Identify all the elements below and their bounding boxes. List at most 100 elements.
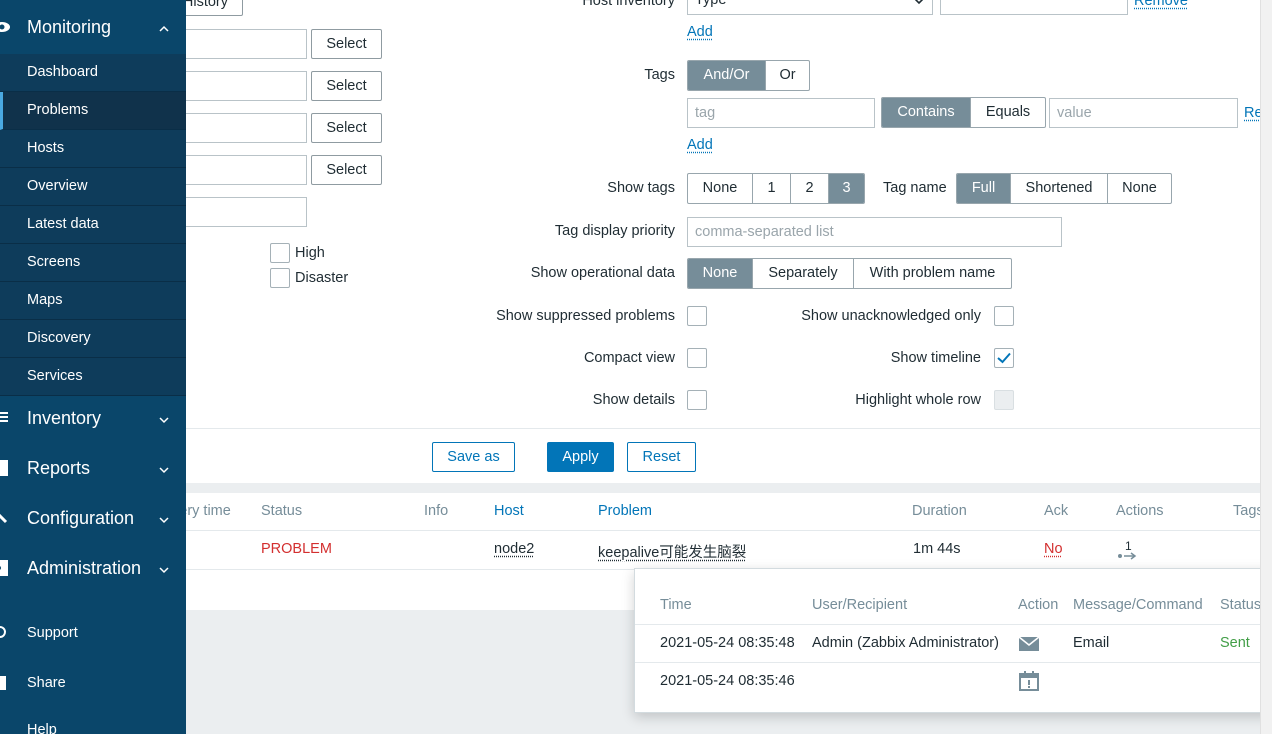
sidebar-item-overview[interactable]: Overview <box>0 168 186 206</box>
report-icon <box>0 460 8 476</box>
share-label: Share <box>27 675 66 691</box>
filter-input-1[interactable] <box>182 29 307 59</box>
configuration-label: Configuration <box>27 508 135 528</box>
sidebar-item-services[interactable]: Services <box>0 358 186 396</box>
sidebar-section-reports[interactable]: Reports <box>0 445 186 495</box>
timeline-checkbox[interactable] <box>994 348 1014 368</box>
details-checkbox[interactable] <box>687 390 707 410</box>
sidebar-item-dashboard[interactable]: Dashboard <box>0 54 186 92</box>
col-host[interactable]: Host <box>494 503 524 519</box>
col-actions: Actions <box>1116 503 1164 519</box>
sidebar-item-discovery[interactable]: Discovery <box>0 320 186 358</box>
envelope-icon <box>1018 636 1040 651</box>
tags-or[interactable]: Or <box>765 61 809 90</box>
chevron-down-icon <box>914 0 924 5</box>
admin-icon <box>0 560 8 576</box>
opdata-separately[interactable]: Separately <box>752 259 853 288</box>
select-button-1[interactable]: Select <box>311 29 382 59</box>
save-as-button[interactable]: Save as <box>432 442 515 472</box>
severity-disaster-checkbox[interactable] <box>270 268 290 288</box>
sidebar-section-inventory[interactable]: Inventory <box>0 395 186 445</box>
chevron-down-icon <box>159 417 169 424</box>
sidebar-item-screens[interactable]: Screens <box>0 244 186 282</box>
add-tag-link[interactable]: Add <box>687 137 713 153</box>
tag-value-input[interactable]: value <box>1049 98 1238 128</box>
select-button-2[interactable]: Select <box>311 71 382 101</box>
monitoring-section[interactable]: Monitoring <box>0 0 186 55</box>
reset-button[interactable]: Reset <box>627 442 696 472</box>
severity-disaster-label: Disaster <box>295 270 349 286</box>
severity-high-checkbox[interactable] <box>270 243 290 263</box>
tag-name-full[interactable]: Full <box>957 174 1010 203</box>
tag-priority-label: Tag display priority <box>554 223 675 239</box>
suppressed-checkbox[interactable] <box>687 306 707 326</box>
tag-equals[interactable]: Equals <box>970 98 1045 127</box>
sidebar-support[interactable]: Support <box>0 615 186 655</box>
filter-input-4[interactable] <box>182 155 307 185</box>
filter-input-5[interactable] <box>182 197 307 227</box>
add-inventory-link[interactable]: Add <box>687 24 713 40</box>
popup-col-user: User/Recipient <box>812 597 908 613</box>
opdata-toggle[interactable]: None Separately With problem name <box>687 258 1012 289</box>
severity-high-label: High <box>295 245 325 261</box>
show-tags-3[interactable]: 3 <box>828 174 864 203</box>
sidebar-section-administration[interactable]: Administration <box>0 545 186 595</box>
select-button-4[interactable]: Select <box>311 155 382 185</box>
show-tags-1[interactable]: 1 <box>752 174 790 203</box>
host-inventory-select[interactable]: Type <box>687 0 933 15</box>
chevron-down-icon <box>159 467 169 474</box>
filter-buttons-bar: Save as Apply Reset <box>186 428 1260 483</box>
history-button-label: History <box>182 0 228 10</box>
sidebar: Monitoring Dashboard Problems Hosts Over… <box>0 0 186 734</box>
tags-operator-toggle[interactable]: And/Or Or <box>687 60 810 91</box>
tag-input[interactable]: tag <box>687 98 875 128</box>
filter-input-2[interactable] <box>182 71 307 101</box>
tag-contains[interactable]: Contains <box>882 98 970 127</box>
row-problem[interactable]: keepalive可能发生脑裂 <box>598 541 746 562</box>
host-inventory-value[interactable] <box>940 0 1128 15</box>
sidebar-item-latest-data[interactable]: Latest data <box>0 206 186 244</box>
chevron-down-icon <box>159 517 169 524</box>
highlight-label: Highlight whole row <box>855 392 981 408</box>
tag-name-none[interactable]: None <box>1107 174 1171 203</box>
show-tags-2[interactable]: 2 <box>790 174 828 203</box>
show-tags-toggle[interactable]: None 1 2 3 <box>687 173 865 204</box>
filter-input-3[interactable] <box>182 113 307 143</box>
sidebar-help[interactable]: Help <box>0 712 186 734</box>
tag-priority-input[interactable]: comma-separated list <box>687 217 1062 247</box>
suppressed-label: Show suppressed problems <box>496 308 675 324</box>
inventory-label: Inventory <box>27 408 102 428</box>
monitoring-label: Monitoring <box>27 17 112 37</box>
row-host[interactable]: node2 <box>494 541 534 557</box>
row-actions[interactable]: 1 <box>1116 539 1140 561</box>
wrench-icon <box>0 513 8 524</box>
unack-checkbox[interactable] <box>994 306 1014 326</box>
popup-col-status: Status <box>1220 597 1262 613</box>
actions-popup: Time User/Recipient Action Message/Comma… <box>634 568 1272 713</box>
sidebar-share[interactable]: Share <box>0 665 186 705</box>
opdata-label: Show operational data <box>530 265 675 281</box>
highlight-checkbox <box>994 390 1014 410</box>
tags-and-or[interactable]: And/Or <box>688 61 765 90</box>
remove-link[interactable]: Remove <box>1134 0 1188 9</box>
select-button-3[interactable]: Select <box>311 113 382 143</box>
tag-name-toggle[interactable]: Full Shortened None <box>956 173 1172 204</box>
col-ack: Ack <box>1044 503 1069 519</box>
tag-name-shortened[interactable]: Shortened <box>1010 174 1107 203</box>
opdata-none[interactable]: None <box>688 259 752 288</box>
show-tags-none[interactable]: None <box>688 174 752 203</box>
col-problem[interactable]: Problem <box>598 503 652 519</box>
opdata-with-problem[interactable]: With problem name <box>853 259 1011 288</box>
tag-operator-toggle[interactable]: Contains Equals <box>881 97 1046 128</box>
row-ack[interactable]: No <box>1044 541 1063 557</box>
sidebar-item-maps[interactable]: Maps <box>0 282 186 320</box>
sidebar-item-hosts[interactable]: Hosts <box>0 130 186 168</box>
popup-row-divider <box>635 662 1272 663</box>
apply-button[interactable]: Apply <box>547 442 614 472</box>
popup-row1-time: 2021-05-24 08:35:48 <box>660 635 795 651</box>
sidebar-item-problems[interactable]: Problems <box>0 92 186 130</box>
timeline-label: Show timeline <box>890 350 981 366</box>
sidebar-section-configuration[interactable]: Configuration <box>0 495 186 545</box>
compact-checkbox[interactable] <box>687 348 707 368</box>
vertical-scrollbar[interactable] <box>1260 0 1272 734</box>
